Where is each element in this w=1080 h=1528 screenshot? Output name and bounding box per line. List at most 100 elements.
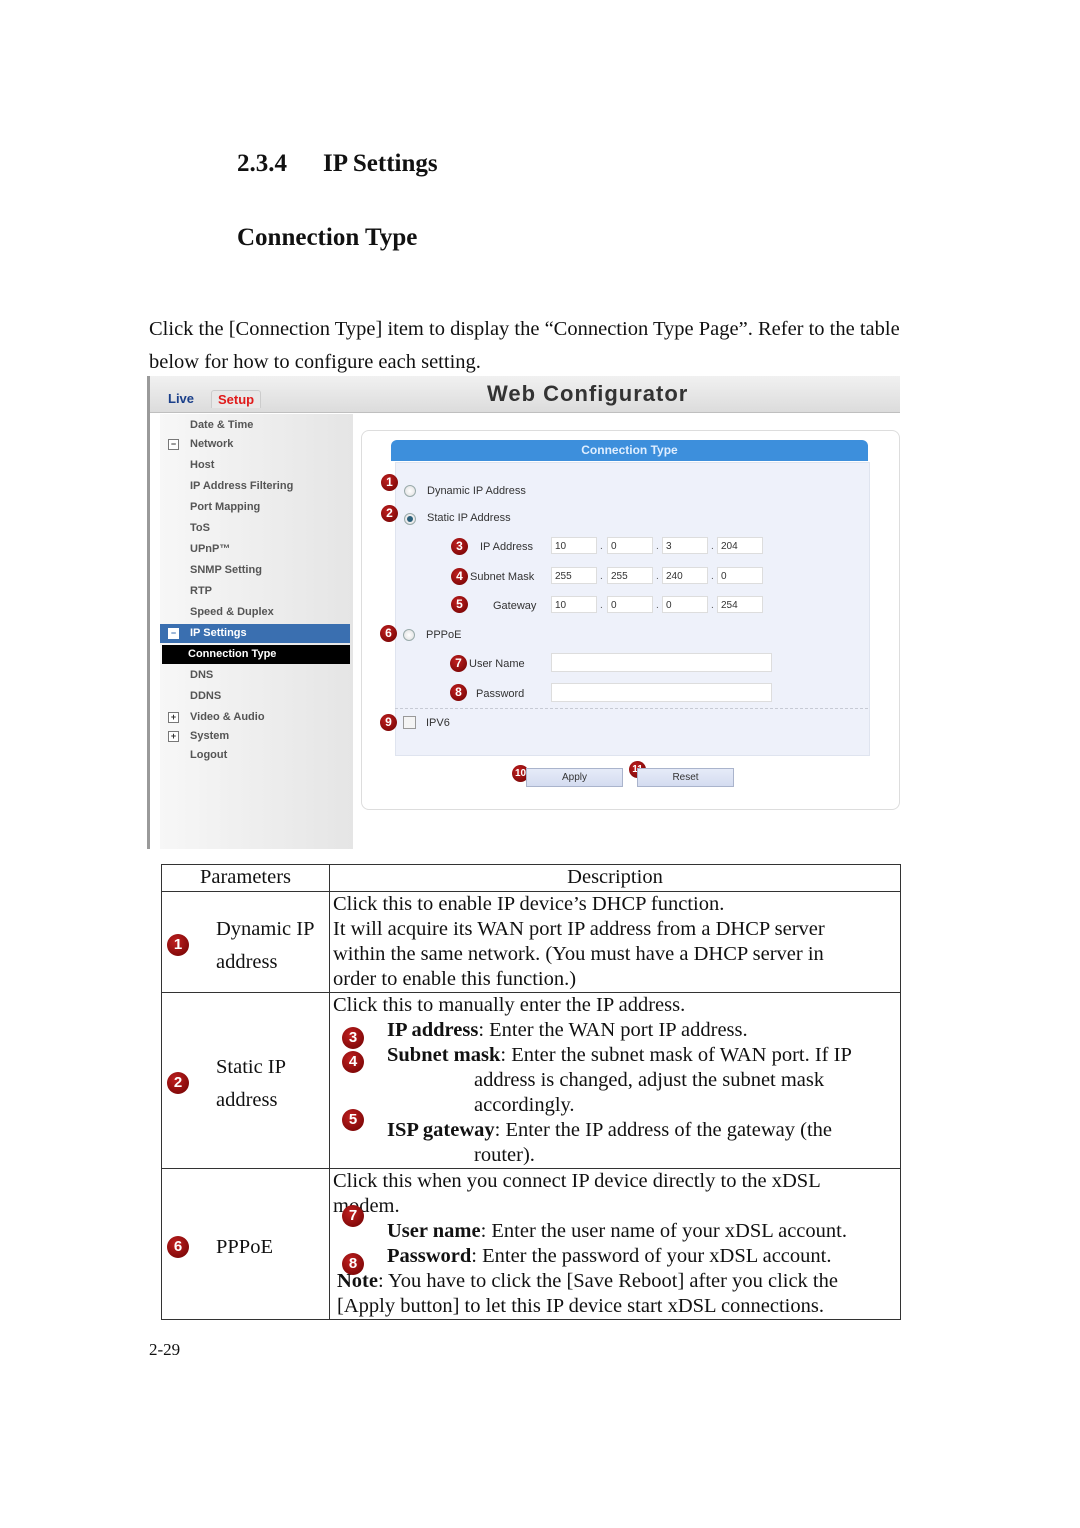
password-input[interactable]: [551, 683, 772, 702]
apply-button[interactable]: Apply: [526, 768, 623, 787]
octet-separator: .: [656, 541, 659, 552]
sidebar-item-ddns[interactable]: DDNS: [160, 687, 350, 706]
static-ip-radio[interactable]: [404, 513, 416, 525]
description-item: User name: Enter the user name of your x…: [333, 1219, 900, 1244]
description-line: accordingly.: [474, 1094, 575, 1116]
ip-octet-3[interactable]: 3: [662, 537, 708, 554]
gateway-octet-1[interactable]: 10: [551, 596, 597, 613]
sidebar-item-connection-type[interactable]: Connection Type: [162, 645, 350, 664]
sidebar-item-ip-address-filtering[interactable]: IP Address Filtering: [160, 477, 350, 496]
item-term: Subnet mask: [387, 1044, 501, 1066]
gateway-label: Gateway: [493, 600, 537, 612]
top-bar: Live Setup Web Configurator: [150, 376, 900, 413]
sidebar-item-system[interactable]: + System: [160, 727, 350, 746]
table-header-row: Parameters Description: [161, 864, 901, 892]
page-number: 2-29: [149, 1340, 181, 1359]
callout-badge-4: 4: [342, 1051, 364, 1073]
ipv6-checkbox[interactable]: [403, 716, 416, 729]
sidebar-item-logout[interactable]: Logout: [160, 746, 350, 765]
octet-separator: .: [600, 541, 603, 552]
subsection-heading: Connection Type: [237, 224, 418, 251]
note: Note: You have to click the [Save Reboot…: [333, 1269, 900, 1294]
gateway-octet-4[interactable]: 254: [717, 596, 763, 613]
sidebar-item-host[interactable]: Host: [160, 456, 350, 475]
intro-paragraph: Click the [Connection Type] item to disp…: [149, 318, 900, 373]
param-cell: 6 PPPoE: [161, 1168, 330, 1320]
dynamic-ip-radio[interactable]: [404, 485, 416, 497]
item-term: User name: [387, 1220, 481, 1242]
param-name: Dynamic IP address: [216, 913, 315, 979]
octet-separator: .: [600, 600, 603, 611]
ip-octet-2[interactable]: 0: [607, 537, 653, 554]
sidebar-item-video-audio[interactable]: + Video & Audio: [160, 708, 350, 727]
user-name-label: User Name: [469, 658, 525, 670]
expand-icon[interactable]: +: [168, 731, 179, 742]
sidebar: Date & Time − Network Host IP Address Fil…: [160, 414, 353, 849]
ip-address-label: IP Address: [480, 541, 533, 553]
tab-setup[interactable]: Setup: [211, 390, 262, 408]
item-term: ISP gateway: [387, 1119, 495, 1141]
param-line: address: [216, 1089, 278, 1111]
sidebar-item-upnp[interactable]: UPnP™: [160, 540, 350, 559]
callout-badge-5: 5: [451, 596, 468, 613]
octet-separator: .: [656, 600, 659, 611]
user-name-input[interactable]: [551, 653, 772, 672]
param-line: Static IP: [216, 1056, 287, 1078]
sidebar-item-date-time[interactable]: Date & Time: [160, 416, 350, 435]
description-item: Password: Enter the password of your xDS…: [333, 1244, 900, 1269]
table-row: 6 PPPoE Click this when you connect IP d…: [161, 1168, 901, 1320]
sidebar-item-label: Logout: [190, 749, 228, 761]
sidebar-item-label: Port Mapping: [190, 501, 261, 513]
ipv6-label: IPV6: [426, 717, 450, 729]
mask-octet-4[interactable]: 0: [717, 567, 763, 584]
sidebar-item-label: Connection Type: [188, 648, 277, 660]
ip-octet-4[interactable]: 204: [717, 537, 763, 554]
description-line: Click this to enable IP device’s DHCP fu…: [333, 893, 725, 915]
password-label: Password: [476, 688, 525, 700]
sidebar-item-rtp[interactable]: RTP: [160, 582, 350, 601]
collapse-icon[interactable]: −: [168, 439, 179, 450]
pppoe-radio[interactable]: [403, 629, 415, 641]
sidebar-item-tos[interactable]: ToS: [160, 519, 350, 538]
expand-icon[interactable]: +: [168, 712, 179, 723]
sidebar-item-port-mapping[interactable]: Port Mapping: [160, 498, 350, 517]
sidebar-item-label: Video & Audio: [190, 711, 265, 723]
gateway-octet-3[interactable]: 0: [662, 596, 708, 613]
param-name: Static IP address: [216, 1051, 286, 1117]
description-line: order to enable this function.): [333, 968, 577, 990]
callout-badge-6: 6: [167, 1236, 189, 1258]
pppoe-label: PPPoE: [426, 629, 462, 641]
item-term: IP address: [387, 1019, 479, 1041]
sidebar-item-label: Date & Time: [190, 419, 254, 431]
mask-octet-3[interactable]: 240: [662, 567, 708, 584]
static-ip-label: Static IP Address: [427, 512, 511, 524]
param-line: Dynamic IP: [216, 918, 315, 940]
reset-button[interactable]: Reset: [637, 768, 734, 787]
callout-badge-7: 7: [450, 655, 467, 672]
sidebar-item-network[interactable]: − Network: [160, 435, 350, 454]
sidebar-item-label: UPnP™: [190, 543, 231, 555]
sidebar-item-ip-settings[interactable]: − IP Settings: [160, 624, 350, 643]
sidebar-item-label: System: [190, 730, 230, 742]
section-title: IP Settings: [323, 150, 438, 177]
collapse-icon[interactable]: −: [168, 628, 179, 639]
subnet-mask-label: Subnet Mask: [470, 571, 535, 583]
sidebar-item-label: Network: [190, 438, 234, 450]
mask-octet-2[interactable]: 255: [607, 567, 653, 584]
callout-badge-2: 2: [167, 1072, 189, 1094]
description-cell: Click this when you connect IP device di…: [329, 1168, 901, 1320]
callout-badge-1: 1: [381, 474, 398, 491]
sidebar-item-dns[interactable]: DNS: [160, 666, 350, 685]
callout-badge-3: 3: [342, 1027, 364, 1049]
ip-octet-1[interactable]: 10: [551, 537, 597, 554]
table-row: 2 Static IP address Click this to manual…: [161, 992, 901, 1169]
sidebar-item-label: IP Settings: [190, 627, 247, 639]
octet-separator: .: [711, 571, 714, 582]
sidebar-item-speed-duplex[interactable]: Speed & Duplex: [160, 603, 350, 622]
tab-live[interactable]: Live: [162, 390, 200, 407]
sidebar-item-snmp-setting[interactable]: SNMP Setting: [160, 561, 350, 580]
description-line: Click this to manually enter the IP addr…: [333, 994, 686, 1016]
mask-octet-1[interactable]: 255: [551, 567, 597, 584]
gateway-octet-2[interactable]: 0: [607, 596, 653, 613]
description-line: It will acquire its WAN port IP address …: [333, 918, 825, 940]
